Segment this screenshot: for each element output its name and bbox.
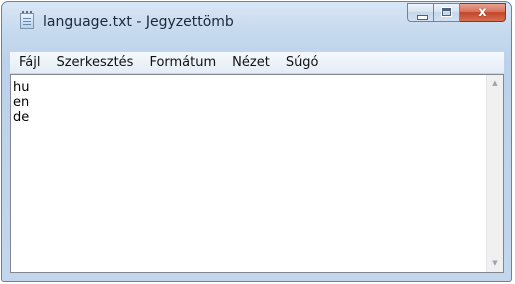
vertical-scrollbar[interactable]: ▲ ▼ <box>486 75 503 272</box>
menu-file[interactable]: Fájl <box>10 52 48 73</box>
close-button[interactable]: x <box>460 3 506 22</box>
menu-help[interactable]: Súgó <box>278 52 327 73</box>
menu-view[interactable]: Nézet <box>224 52 278 73</box>
window-title: language.txt - Jegyzettömb <box>43 14 234 30</box>
menu-bar: Fájl Szerkesztés Formátum Nézet Súgó <box>10 52 504 74</box>
caption-buttons: x <box>407 3 506 24</box>
menu-edit[interactable]: Szerkesztés <box>48 52 141 73</box>
notepad-window: language.txt - Jegyzettömb x Fájl Szerke… <box>1 1 512 282</box>
minimize-button[interactable] <box>407 3 434 22</box>
minimize-icon <box>417 15 428 20</box>
editor-line: de <box>13 110 30 125</box>
close-icon: x <box>478 5 487 20</box>
notepad-icon[interactable] <box>20 11 34 29</box>
scroll-up-icon[interactable]: ▲ <box>487 75 503 92</box>
maximize-button[interactable] <box>434 3 460 22</box>
menu-format[interactable]: Formátum <box>141 52 224 73</box>
title-bar[interactable]: language.txt - Jegyzettömb x <box>2 2 511 46</box>
editor-line: hu <box>13 80 30 95</box>
maximize-icon <box>441 7 452 17</box>
text-editor[interactable]: hu en de ▲ ▼ <box>10 74 504 273</box>
scroll-down-icon[interactable]: ▼ <box>487 255 503 272</box>
editor-line: en <box>13 95 30 110</box>
editor-text[interactable]: hu en de <box>13 80 483 272</box>
